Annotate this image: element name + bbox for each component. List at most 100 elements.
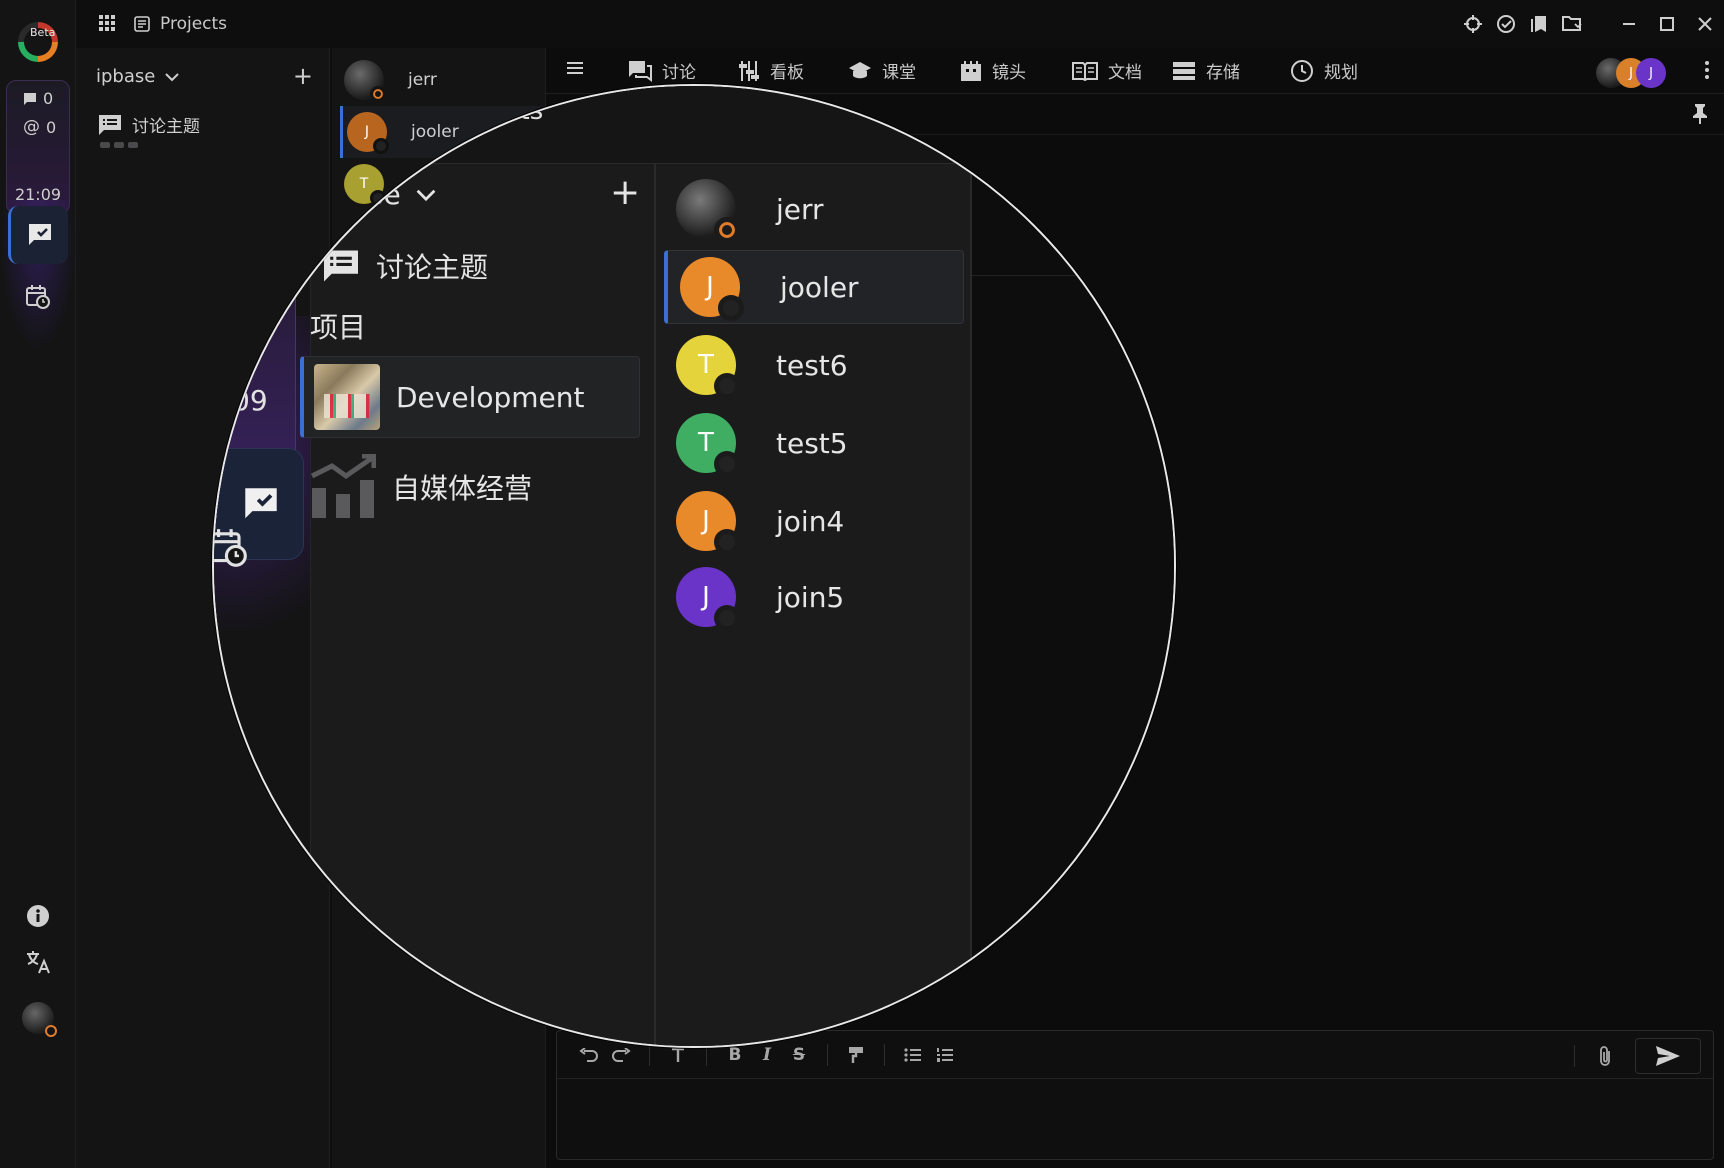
check-circle-icon[interactable] bbox=[1490, 10, 1522, 38]
info-icon bbox=[25, 903, 51, 929]
calendar-clock-icon[interactable] bbox=[214, 526, 250, 570]
avatar bbox=[22, 1002, 57, 1037]
away-status-icon bbox=[714, 217, 740, 243]
project-item-media[interactable]: 自媒体经营 bbox=[300, 446, 640, 528]
page-title: Projects bbox=[160, 14, 228, 34]
send-button[interactable] bbox=[1635, 1038, 1701, 1074]
topic-list-icon bbox=[98, 114, 122, 136]
loading-dots bbox=[100, 142, 138, 148]
classroom-icon bbox=[848, 61, 872, 81]
zoomed-rail: 09 bbox=[214, 86, 374, 1046]
member-name: test5 bbox=[776, 426, 848, 460]
close-button[interactable] bbox=[1686, 10, 1724, 38]
chevron-down-icon bbox=[415, 188, 437, 202]
offline-status-icon bbox=[714, 529, 740, 555]
member-name: join4 bbox=[776, 504, 845, 538]
tab-storage[interactable]: 存储 bbox=[1172, 58, 1240, 83]
kanban-icon bbox=[738, 60, 760, 82]
mention-icon: @ bbox=[23, 117, 40, 137]
book-icon bbox=[1072, 61, 1098, 81]
offline-status-icon bbox=[714, 373, 740, 399]
avatar: J bbox=[676, 567, 740, 631]
message-input[interactable] bbox=[557, 1080, 1713, 1160]
tab-kanban[interactable]: 看板 bbox=[738, 58, 804, 83]
member-item-jerr[interactable]: jerr bbox=[664, 172, 964, 246]
zoomed-member-list: jerr J jooler T test6 T test5 J join4 J … bbox=[654, 164, 972, 1046]
chat-check-icon bbox=[26, 221, 54, 249]
send-icon bbox=[1655, 1045, 1681, 1067]
clock-icon bbox=[1290, 59, 1314, 83]
zoomed-discussion-topic-item[interactable]: 讨论主题 bbox=[322, 246, 488, 286]
message-editor: B I S bbox=[556, 1030, 1714, 1160]
project-item-development[interactable]: Development bbox=[300, 356, 640, 438]
discussion-nav-button[interactable] bbox=[8, 206, 68, 264]
folder-sync-icon[interactable] bbox=[1556, 10, 1588, 38]
zoomed-time: 09 bbox=[232, 384, 268, 417]
zoomed-main-content bbox=[972, 164, 1174, 1046]
offline-status-icon bbox=[714, 605, 740, 631]
offline-status-icon bbox=[718, 295, 744, 321]
member-name: join5 bbox=[776, 580, 845, 614]
bookmarks-icon[interactable] bbox=[1523, 10, 1555, 38]
storage-icon bbox=[1172, 61, 1196, 81]
zoomed-member-strip bbox=[310, 86, 450, 164]
attachment-icon[interactable] bbox=[1589, 1040, 1621, 1072]
calendar-clock-icon bbox=[24, 283, 52, 311]
camera-icon bbox=[960, 60, 982, 82]
project-name: Development bbox=[396, 380, 585, 414]
mention-count: 0 bbox=[46, 117, 57, 137]
more-options-icon[interactable] bbox=[1704, 60, 1710, 80]
zoomed-add-project-button[interactable]: + bbox=[610, 172, 640, 213]
breadcrumb: Projects bbox=[134, 14, 227, 34]
magnifier-lens: 09 jects base + 讨论主题 项目 Development 自媒体经… bbox=[212, 84, 1176, 1048]
member-name: jerr bbox=[776, 192, 824, 226]
message-count: 0 bbox=[43, 89, 54, 108]
apps-grid-icon[interactable] bbox=[98, 14, 116, 32]
avatar: T bbox=[676, 413, 740, 477]
tab-planning[interactable]: 规划 bbox=[1290, 58, 1358, 83]
user-avatar-button[interactable] bbox=[22, 1002, 57, 1037]
language-button[interactable] bbox=[22, 946, 54, 978]
avatar bbox=[676, 179, 740, 243]
member-item-jooler[interactable]: J jooler bbox=[664, 250, 964, 324]
schedule-nav-button[interactable] bbox=[8, 268, 68, 326]
projects-section-title: 项目 bbox=[310, 311, 367, 344]
message-icon bbox=[23, 92, 37, 106]
pin-icon[interactable] bbox=[1692, 103, 1708, 125]
workspace-name: ipbase bbox=[96, 66, 156, 87]
avatar: J bbox=[680, 257, 744, 321]
chevron-down-icon bbox=[165, 72, 180, 82]
offline-status-icon bbox=[714, 451, 740, 477]
bar-chart-icon bbox=[310, 454, 376, 520]
discussion-topic-item[interactable]: 讨论主题 bbox=[98, 112, 200, 137]
maximize-button[interactable] bbox=[1648, 10, 1686, 38]
member-name: test6 bbox=[776, 348, 848, 382]
activity-counter[interactable]: 0 @ 0 21:09 bbox=[6, 80, 70, 214]
tab-classroom[interactable]: 课堂 bbox=[848, 58, 916, 83]
chat-icon bbox=[628, 60, 652, 82]
app-rail: Beta 0 @ 0 21:09 bbox=[0, 0, 76, 1168]
info-button[interactable] bbox=[22, 900, 54, 932]
topic-list-icon bbox=[322, 249, 360, 283]
member-item-test5[interactable]: T test5 bbox=[664, 406, 964, 480]
member-item-join4[interactable]: J join4 bbox=[664, 484, 964, 558]
member-item-join5[interactable]: J join5 bbox=[664, 560, 964, 634]
workspace-selector[interactable]: ipbase bbox=[96, 66, 180, 87]
avatar: J bbox=[676, 491, 740, 555]
zoomed-page-title: jects bbox=[482, 96, 544, 126]
tab-camera[interactable]: 镜头 bbox=[960, 58, 1026, 83]
member-item-test6[interactable]: T test6 bbox=[664, 328, 964, 402]
minimize-button[interactable] bbox=[1610, 10, 1648, 38]
projects-icon bbox=[134, 16, 150, 32]
title-bar: Projects bbox=[76, 0, 1724, 48]
participant-avatars[interactable]: J J bbox=[1596, 58, 1666, 88]
menu-icon[interactable] bbox=[566, 60, 584, 76]
topic-label: 讨论主题 bbox=[132, 117, 200, 137]
avatar: J bbox=[1636, 58, 1666, 88]
project-name: 自媒体经营 bbox=[392, 472, 533, 505]
tab-docs[interactable]: 文档 bbox=[1072, 58, 1142, 83]
member-name: jooler bbox=[780, 270, 859, 304]
tab-discussion[interactable]: 讨论 bbox=[628, 58, 696, 83]
crosshair-icon[interactable] bbox=[1457, 10, 1489, 38]
zoomed-workspace-selector[interactable]: base bbox=[334, 178, 437, 211]
